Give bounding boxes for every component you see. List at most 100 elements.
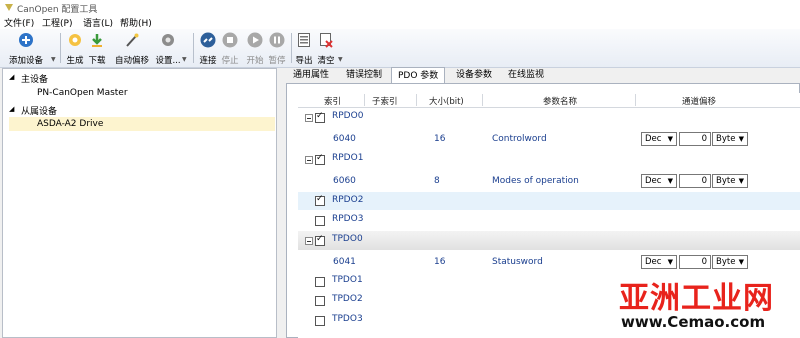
pause-button[interactable]: 暂停	[267, 32, 287, 66]
menu-file[interactable]: 文件(F)	[4, 16, 34, 29]
tpdo0-checkbox[interactable]	[315, 234, 325, 246]
generate-button[interactable]: 生成	[65, 32, 85, 66]
clear-icon	[320, 33, 333, 48]
offset-field[interactable]: 0	[679, 255, 711, 269]
watermark-url: www.Cemao.com	[621, 313, 766, 331]
tab-error-control[interactable]: 错误控制	[340, 68, 388, 83]
generate-label: 生成	[66, 56, 84, 66]
tab-device-params[interactable]: 设备参数	[450, 68, 498, 83]
tree-group-master[interactable]: 主设备	[21, 72, 48, 85]
col-subindex[interactable]: 子索引	[372, 95, 398, 107]
unit-value: Byte	[716, 134, 736, 144]
toolbar-divider	[60, 33, 61, 63]
gear-icon	[162, 34, 174, 46]
collapse-icon[interactable]	[305, 114, 313, 122]
watermark-logo-text: 亚洲工业网	[619, 281, 774, 316]
collapse-icon[interactable]	[305, 237, 313, 245]
add-device-icon	[19, 33, 33, 47]
chevron-down-icon[interactable]: ▼	[51, 56, 56, 63]
add-device-label: 添加设备	[8, 56, 43, 66]
mapping-index: 6060	[333, 176, 356, 186]
download-label: 下载	[88, 56, 106, 66]
auto-offset-label: 自动偏移	[114, 56, 149, 66]
tpdo3-checkbox[interactable]	[315, 316, 325, 326]
pdo-mapping-row[interactable]: 6040 16 Controlword Dec ▼ 0 Byte ▼	[298, 130, 800, 148]
rpdo0-checkbox[interactable]	[315, 111, 325, 123]
pdo-row-rpdo0[interactable]: RPDO0	[298, 109, 800, 125]
clear-button[interactable]: 清空	[316, 32, 336, 66]
expand-arrow-icon[interactable]: ◢	[9, 73, 14, 81]
mapping-name: Statusword	[492, 257, 543, 267]
unit-value: Byte	[716, 176, 736, 186]
pdo-row-rpdo2[interactable]: RPDO2	[298, 192, 800, 210]
tpdo3-label: TPDO3	[332, 314, 363, 324]
unit-value: Byte	[716, 257, 736, 267]
chevron-down-icon: ▼	[738, 258, 744, 266]
col-offset[interactable]: 通道偏移	[682, 95, 716, 107]
format-select[interactable]: Dec ▼	[641, 255, 677, 269]
grid-header: 索引 子索引 大小(bit) 参数名称 通道偏移	[298, 93, 800, 108]
format-select[interactable]: Dec ▼	[641, 132, 677, 146]
start-button[interactable]: 开始	[245, 32, 265, 66]
chevron-down-icon[interactable]: ▼	[182, 56, 187, 63]
clear-label: 清空	[317, 56, 335, 66]
chevron-down-icon: ▼	[667, 258, 673, 266]
watermark: 亚洲工业网 www.Cemao.com	[615, 275, 795, 335]
export-button[interactable]: 导出	[294, 32, 314, 66]
pdo-row-rpdo3[interactable]: RPDO3	[298, 211, 800, 229]
offset-field[interactable]: 0	[679, 132, 711, 146]
download-button[interactable]: 下载	[87, 32, 107, 66]
unit-select[interactable]: Byte ▼	[712, 255, 748, 269]
tab-online-monitor[interactable]: 在线监视	[502, 68, 550, 83]
tree-item-slave[interactable]: ASDA-A2 Drive	[37, 119, 103, 129]
download-icon	[92, 34, 102, 47]
connect-icon	[200, 32, 216, 48]
rpdo1-label: RPDO1	[332, 153, 364, 163]
unit-select[interactable]: Byte ▼	[712, 174, 748, 188]
tpdo1-checkbox[interactable]	[315, 277, 325, 287]
chevron-down-icon: ▼	[667, 177, 673, 185]
menu-project[interactable]: 工程(P)	[42, 16, 72, 29]
tab-general[interactable]: 通用属性	[287, 68, 335, 83]
tpdo2-checkbox[interactable]	[315, 296, 325, 306]
stop-button[interactable]: 停止	[220, 32, 240, 66]
chevron-down-icon: ▼	[667, 135, 673, 143]
collapse-icon[interactable]	[305, 156, 313, 164]
window-title: CanOpen 配置工具	[17, 5, 98, 15]
export-icon	[298, 33, 310, 47]
auto-offset-button[interactable]: 自动偏移	[113, 32, 151, 66]
tpdo2-label: TPDO2	[332, 294, 363, 304]
rpdo3-checkbox[interactable]	[315, 216, 325, 226]
toolbar-divider	[291, 33, 292, 63]
column-divider	[482, 94, 483, 106]
pdo-mapping-row[interactable]: 6060 8 Modes of operation Dec ▼ 0 Byte ▼	[298, 172, 800, 190]
column-divider	[364, 94, 365, 106]
app-logo-icon	[5, 4, 13, 11]
tree-item-master[interactable]: PN-CanOpen Master	[37, 88, 128, 98]
rpdo1-checkbox[interactable]	[315, 153, 325, 165]
tpdo0-label: TPDO0	[332, 234, 363, 244]
add-device-button[interactable]: 添加设备	[8, 32, 44, 66]
expand-arrow-icon[interactable]: ◢	[9, 105, 14, 113]
col-name[interactable]: 参数名称	[543, 95, 577, 107]
rpdo2-checkbox[interactable]	[315, 194, 325, 206]
format-select[interactable]: Dec ▼	[641, 174, 677, 188]
mapping-size: 8	[434, 176, 440, 186]
pdo-row-tpdo0[interactable]: TPDO0	[298, 231, 800, 250]
col-index[interactable]: 索引	[324, 95, 341, 107]
col-size[interactable]: 大小(bit)	[429, 95, 464, 107]
menu-help[interactable]: 帮助(H)	[120, 16, 152, 29]
menu-language[interactable]: 语言(L)	[83, 16, 113, 29]
settings-label: 设置...	[155, 56, 181, 66]
pdo-mapping-row[interactable]: 6041 16 Statusword Dec ▼ 0 Byte ▼	[298, 253, 800, 271]
offset-field[interactable]: 0	[679, 174, 711, 188]
tree-group-slave[interactable]: 从属设备	[21, 104, 57, 117]
settings-button[interactable]: 设置...	[153, 32, 183, 66]
menu-bar: 文件(F) 工程(P) 语言(L) 帮助(H)	[0, 15, 800, 29]
toolbar-divider	[193, 33, 194, 63]
unit-select[interactable]: Byte ▼	[712, 132, 748, 146]
mapping-size: 16	[434, 134, 446, 144]
connect-button[interactable]: 连接	[198, 32, 218, 66]
pdo-row-rpdo1[interactable]: RPDO1	[298, 151, 800, 167]
chevron-down-icon[interactable]: ▼	[338, 56, 343, 63]
